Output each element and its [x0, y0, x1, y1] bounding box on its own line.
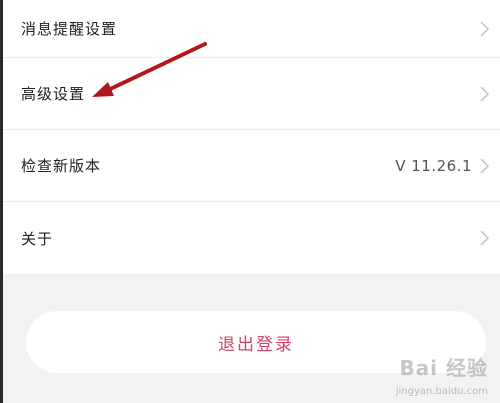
settings-item-label: 检查新版本 [21, 157, 102, 175]
watermark: Bai 经验 [399, 352, 488, 381]
watermark-url: jingyan.baidu.com [395, 386, 488, 397]
settings-item-right [478, 229, 490, 247]
settings-list: 消息提醒设置 高级设置 检查新版本 V 11.26.1 关于 [3, 0, 500, 274]
watermark-logo: Bai 经验 [399, 356, 488, 380]
settings-item-right: V 11.26.1 [395, 157, 490, 175]
settings-item-check-update[interactable]: 检查新版本 V 11.26.1 [3, 130, 500, 202]
settings-item-advanced[interactable]: 高级设置 [3, 58, 500, 130]
settings-item-label: 关于 [21, 229, 54, 248]
chevron-right-icon [480, 85, 490, 102]
settings-item-about[interactable]: 关于 [3, 202, 500, 274]
logout-label: 退出登录 [218, 334, 294, 355]
settings-item-label: 高级设置 [21, 85, 86, 103]
settings-item-label: 消息提醒设置 [21, 20, 118, 38]
logout-section: 退出登录 [3, 274, 500, 403]
chevron-right-icon [480, 20, 490, 37]
chevron-right-icon [480, 157, 490, 174]
settings-item-right [478, 85, 490, 103]
settings-item-right [478, 20, 490, 38]
chevron-right-icon [480, 230, 490, 246]
settings-item-message-reminder[interactable]: 消息提醒设置 [3, 0, 500, 58]
version-value: V 11.26.1 [395, 156, 472, 175]
